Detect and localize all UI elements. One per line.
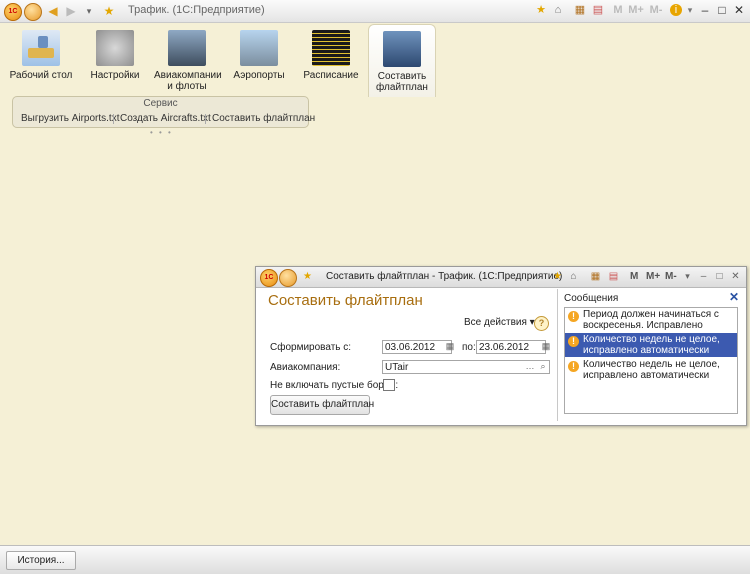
- close-messages-icon[interactable]: ✕: [729, 290, 739, 304]
- form-titlebar: 1С ★ Составить флайтплан - Трафик. (1С:П…: [256, 267, 746, 288]
- forward-arrow-icon[interactable]: ▶: [64, 4, 78, 18]
- home-icon[interactable]: ⌂: [568, 271, 579, 282]
- maximize-icon[interactable]: □: [714, 271, 725, 282]
- message-item[interactable]: ! Количество недель не целое, исправлено…: [565, 333, 737, 357]
- info-icon[interactable]: i: [670, 4, 682, 16]
- close-icon[interactable]: ✕: [730, 271, 741, 282]
- message-text: Количество недель не целое, исправлено а…: [583, 359, 720, 381]
- all-actions-menu[interactable]: Все действия ▾: [464, 317, 535, 328]
- search-icon[interactable]: ⌕: [537, 360, 549, 373]
- form-body: Составить флайтплан Все действия ▾ ? Сфо…: [260, 289, 554, 422]
- main-menu-icon[interactable]: [24, 3, 42, 21]
- divider: [205, 114, 206, 124]
- warning-icon: !: [568, 311, 579, 322]
- form-from-label: Сформировать с:: [270, 342, 352, 353]
- compose-flightplan-button[interactable]: Составить флайтплан: [270, 395, 374, 415]
- panel-resize-handle[interactable]: • • •: [150, 128, 173, 137]
- section-schedule[interactable]: Расписание: [298, 28, 364, 81]
- favorite-add-icon[interactable]: ★: [552, 271, 563, 282]
- calendar-icon[interactable]: ▤: [592, 4, 604, 16]
- section-label: Составить флайтплан: [376, 71, 428, 93]
- message-item[interactable]: ! Период должен начинаться с воскресенья…: [565, 308, 737, 333]
- maximize-icon[interactable]: □: [714, 2, 730, 18]
- favorite-add-icon[interactable]: ★: [535, 4, 547, 16]
- calendar-picker-icon[interactable]: ▦: [444, 340, 456, 353]
- statusbar: История...: [0, 545, 750, 574]
- desktop-icon: [22, 30, 60, 66]
- messages-title: Сообщения: [564, 293, 619, 304]
- create-aircrafts-link[interactable]: Создать Aircrafts.txt: [120, 113, 211, 124]
- date-to-field[interactable]: 23.06.2012: [476, 340, 546, 354]
- help-icon[interactable]: ?: [534, 316, 549, 331]
- skip-empty-checkbox[interactable]: [383, 379, 395, 391]
- flightplan-photo-icon: [383, 31, 421, 67]
- divider: [113, 114, 114, 124]
- form-window-title: Составить флайтплан - Трафик. (1С:Предпр…: [326, 271, 563, 282]
- service-panel: Сервис Выгрузить Airports.txt Создать Ai…: [12, 96, 315, 128]
- dropdown-icon[interactable]: ▾: [682, 271, 693, 282]
- message-item[interactable]: ! Количество недель не целое, исправлено…: [565, 358, 737, 383]
- calculator-icon[interactable]: ▦: [574, 4, 586, 16]
- app-logo-icon[interactable]: 1С: [260, 269, 278, 287]
- section-label: Рабочий стол: [9, 70, 73, 81]
- section-desktop[interactable]: Рабочий стол: [8, 28, 74, 81]
- skip-empty-label: Не включать пустые борты:: [270, 380, 399, 391]
- memory-m-minus-button[interactable]: M-: [665, 271, 677, 282]
- form-heading: Составить флайтплан: [268, 292, 423, 309]
- favorites-star-icon[interactable]: ★: [302, 271, 313, 282]
- history-dropdown-icon[interactable]: ▾: [82, 4, 96, 18]
- export-airports-link[interactable]: Выгрузить Airports.txt: [21, 113, 119, 124]
- memory-m-button[interactable]: M: [630, 271, 638, 282]
- info-dropdown-icon[interactable]: ▾: [684, 4, 696, 16]
- to-label: по:: [462, 342, 476, 353]
- home-icon[interactable]: ⌂: [552, 4, 564, 16]
- flightplan-form-window: 1С ★ Составить флайтплан - Трафик. (1С:П…: [255, 266, 747, 426]
- panel-splitter[interactable]: [557, 289, 558, 421]
- section-label: Аэропорты: [233, 70, 285, 81]
- memory-m-plus-button[interactable]: M+: [628, 4, 644, 16]
- section-label: Авиакомпании и флоты: [154, 70, 222, 92]
- aircraft-photo-icon: [168, 30, 206, 66]
- compose-flightplan-link[interactable]: Составить флайтплан: [212, 113, 315, 124]
- messages-panel: Сообщения ✕ ! Период должен начинаться с…: [560, 289, 743, 422]
- airport-photo-icon: [240, 30, 278, 66]
- airline-label: Авиакомпания:: [270, 362, 341, 373]
- section-flightplan[interactable]: Составить флайтплан: [368, 24, 436, 97]
- calendar-picker-icon[interactable]: ▦: [540, 340, 552, 353]
- warning-icon: !: [568, 361, 579, 372]
- messages-list: ! Период должен начинаться с воскресенья…: [564, 307, 738, 414]
- form-menu-icon[interactable]: [279, 269, 297, 287]
- section-label: Настройки: [90, 70, 140, 81]
- calculator-icon[interactable]: ▦: [590, 271, 601, 282]
- section-airports[interactable]: Аэропорты: [226, 28, 292, 81]
- memory-m-plus-button[interactable]: M+: [646, 271, 660, 282]
- section-airlines[interactable]: Авиакомпании и флоты: [154, 28, 222, 92]
- history-button[interactable]: История...: [6, 551, 76, 570]
- select-ellipsis-icon[interactable]: …: [524, 360, 536, 373]
- minimize-icon[interactable]: –: [698, 271, 709, 282]
- warning-icon: !: [568, 336, 579, 347]
- message-text: Количество недель не целое, исправлено а…: [583, 334, 720, 356]
- sections-panel: Рабочий стол Настройки Авиакомпании и фл…: [0, 24, 750, 97]
- tools-icon: [96, 30, 134, 66]
- section-label: Расписание: [303, 70, 359, 81]
- message-text: Период должен начинаться с воскресенья. …: [583, 309, 719, 331]
- service-title: Сервис: [143, 98, 178, 109]
- favorites-star-icon[interactable]: ★: [102, 4, 116, 18]
- section-settings[interactable]: Настройки: [82, 28, 148, 81]
- main-titlebar: 1С ◀ ▶ ▾ ★ Трафик. (1С:Предприятие) ★ ⌂ …: [0, 0, 750, 23]
- app-logo-icon[interactable]: 1С: [4, 3, 22, 21]
- schedule-board-icon: [312, 30, 350, 66]
- memory-m-button[interactable]: M: [612, 4, 624, 16]
- back-arrow-icon[interactable]: ◀: [46, 4, 60, 18]
- minimize-icon[interactable]: –: [697, 2, 713, 18]
- calendar-icon[interactable]: ▤: [608, 271, 619, 282]
- window-title: Трафик. (1С:Предприятие): [128, 4, 265, 16]
- close-icon[interactable]: ✕: [731, 2, 747, 18]
- memory-m-minus-button[interactable]: M-: [648, 4, 664, 16]
- date-from-field[interactable]: 03.06.2012: [382, 340, 452, 354]
